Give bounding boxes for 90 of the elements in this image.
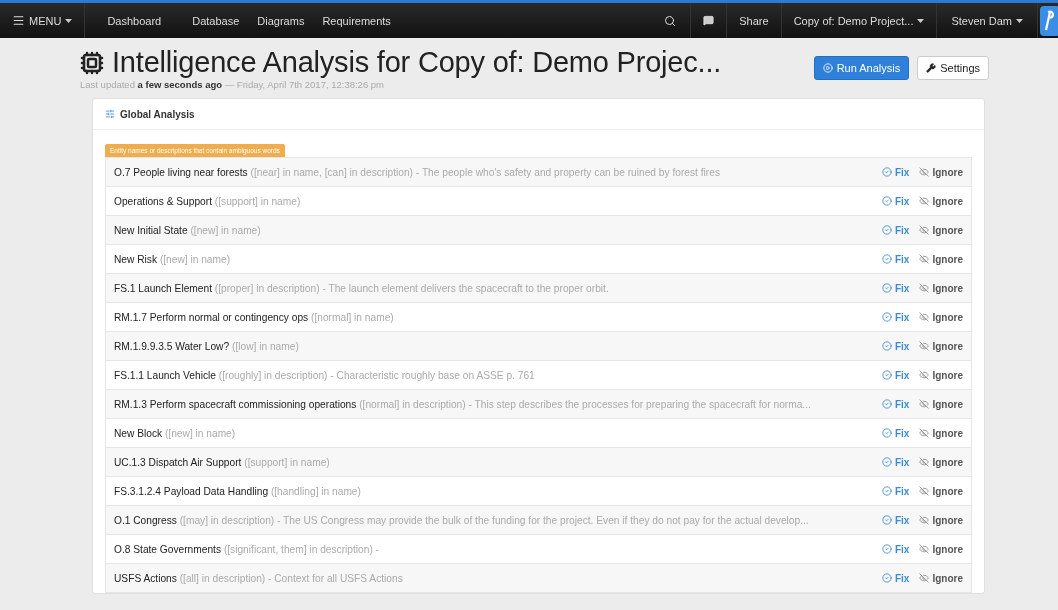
ignore-link[interactable]: Ignore <box>919 253 963 265</box>
page-title: Intelligence Analysis for Copy of: Demo Projec... <box>80 46 722 79</box>
check-circle-icon <box>882 544 892 554</box>
ignore-link[interactable]: Ignore <box>919 485 963 497</box>
nav-link[interactable]: Database <box>183 3 249 38</box>
eye-off-icon <box>919 457 930 467</box>
ignore-link[interactable]: Ignore <box>919 311 963 323</box>
check-circle-icon <box>882 370 892 380</box>
issue-text: O.7 People living near forests ([near] in name, [can] in description) - The people who's safety and property can be ruined by forest fires <box>114 166 721 178</box>
check-circle-icon <box>882 312 892 322</box>
issue-text: RM.1.9.9.3.5 Water Low? ([low] in name) <box>114 340 300 352</box>
eye-off-icon <box>919 196 930 206</box>
fix-link[interactable]: Fix <box>882 369 910 381</box>
share-link[interactable]: Share <box>726 3 781 38</box>
check-circle-icon <box>882 254 892 264</box>
eye-off-icon <box>919 167 930 177</box>
issue-text: New Risk ([new] in name) <box>114 253 232 265</box>
check-circle-icon <box>882 486 892 496</box>
ignore-link[interactable]: Ignore <box>919 572 963 584</box>
ignore-link[interactable]: Ignore <box>919 224 963 236</box>
issue-text: FS.1.1 Launch Vehicle ([roughly] in description) - Characteristic roughly base on ASSE p. 761 <box>114 369 536 381</box>
project-dropdown[interactable]: Copy of: Demo Project... <box>780 3 937 38</box>
issue-text: O.1 Congress ([may] in description) - The US Congress may provide the bulk of the funding for the project. Even if they do not pay for the actual develop... <box>114 514 810 526</box>
check-circle-icon <box>882 515 892 525</box>
settings-button[interactable]: Settings <box>917 56 989 80</box>
eye-off-icon <box>919 370 930 380</box>
eye-off-icon <box>919 283 930 293</box>
ignore-link[interactable]: Ignore <box>919 398 963 410</box>
play-icon <box>822 63 833 73</box>
eye-off-icon <box>919 225 930 235</box>
run-analysis-button[interactable]: Run Analysis <box>813 56 910 80</box>
check-circle-icon <box>882 457 892 467</box>
wrench-icon <box>926 63 937 73</box>
search-icon <box>664 14 677 27</box>
menu-button[interactable]: MENU <box>0 3 86 38</box>
eye-off-icon <box>919 515 930 525</box>
ignore-link[interactable]: Ignore <box>919 282 963 294</box>
chip-icon <box>80 50 104 75</box>
check-circle-icon <box>882 167 892 177</box>
fix-link[interactable]: Fix <box>882 311 910 323</box>
eye-off-icon <box>919 399 930 409</box>
ignore-link[interactable]: Ignore <box>919 514 963 526</box>
check-circle-icon <box>882 573 892 583</box>
ignore-link[interactable]: Ignore <box>919 543 963 555</box>
eye-off-icon <box>919 544 930 554</box>
check-circle-icon <box>882 428 892 438</box>
ignore-link[interactable]: Ignore <box>919 369 963 381</box>
issue-text: USFS Actions ([all] in description) - Context for all USFS Actions <box>114 572 404 584</box>
issue-text: FS.1 Launch Element ([proper] in description) - The launch element delivers the spacecraft to the proper orbit. <box>114 282 610 294</box>
ignore-link[interactable]: Ignore <box>919 166 963 178</box>
ignore-link[interactable]: Ignore <box>919 340 963 352</box>
fix-link[interactable]: Fix <box>882 543 910 555</box>
chat-icon <box>703 15 715 26</box>
caret-icon <box>65 18 73 23</box>
ignore-link[interactable]: Ignore <box>919 456 963 468</box>
logo-icon[interactable] <box>1038 5 1058 36</box>
issue-text: RM.1.7 Perform normal or contingency ops ([normal] in name) <box>114 311 395 323</box>
fix-link[interactable]: Fix <box>882 253 910 265</box>
issue-text: New Initial State ([new] in name) <box>114 224 262 236</box>
check-circle-icon <box>882 225 892 235</box>
issue-text: RM.1.3 Perform spacecraft commissioning operations ([normal] in description) - This step describes the processes for preparing the spacecraft for norma... <box>114 398 812 410</box>
check-circle-icon <box>882 341 892 351</box>
fix-link[interactable]: Fix <box>882 195 910 207</box>
fix-link[interactable]: Fix <box>882 485 910 497</box>
user-dropdown[interactable]: Steven Dam <box>936 3 1038 38</box>
panel-title: Global Analysis <box>120 108 195 120</box>
eye-off-icon <box>919 312 930 322</box>
fix-link[interactable]: Fix <box>882 427 910 439</box>
issue-text: O.8 State Governments ([significant, them] in description) - <box>114 543 380 555</box>
issue-text: New Block ([new] in name) <box>114 427 237 439</box>
caret-icon <box>917 18 925 23</box>
ignore-link[interactable]: Ignore <box>919 427 963 439</box>
eye-off-icon <box>919 254 930 264</box>
issue-text: Operations & Support ([support] in name) <box>114 195 302 207</box>
issue-text: FS.3.1.2.4 Payload Data Handling ([handling] in name) <box>114 485 362 497</box>
sliders-icon <box>105 109 115 119</box>
check-circle-icon <box>882 196 892 206</box>
ignore-link[interactable]: Ignore <box>919 195 963 207</box>
issue-text: UC.1.3 Dispatch Air Support ([support] in name) <box>114 456 331 468</box>
eye-off-icon <box>919 341 930 351</box>
caret-icon <box>1016 18 1023 23</box>
eye-off-icon <box>919 428 930 438</box>
nav-link[interactable]: Requirements <box>313 3 400 38</box>
menu-icon <box>12 14 25 27</box>
nav-link[interactable]: Dashboard <box>85 3 184 38</box>
eye-off-icon <box>919 573 930 583</box>
nav-link[interactable]: Diagrams <box>248 3 314 38</box>
check-circle-icon <box>882 399 892 409</box>
eye-off-icon <box>919 486 930 496</box>
check-circle-icon <box>882 283 892 293</box>
